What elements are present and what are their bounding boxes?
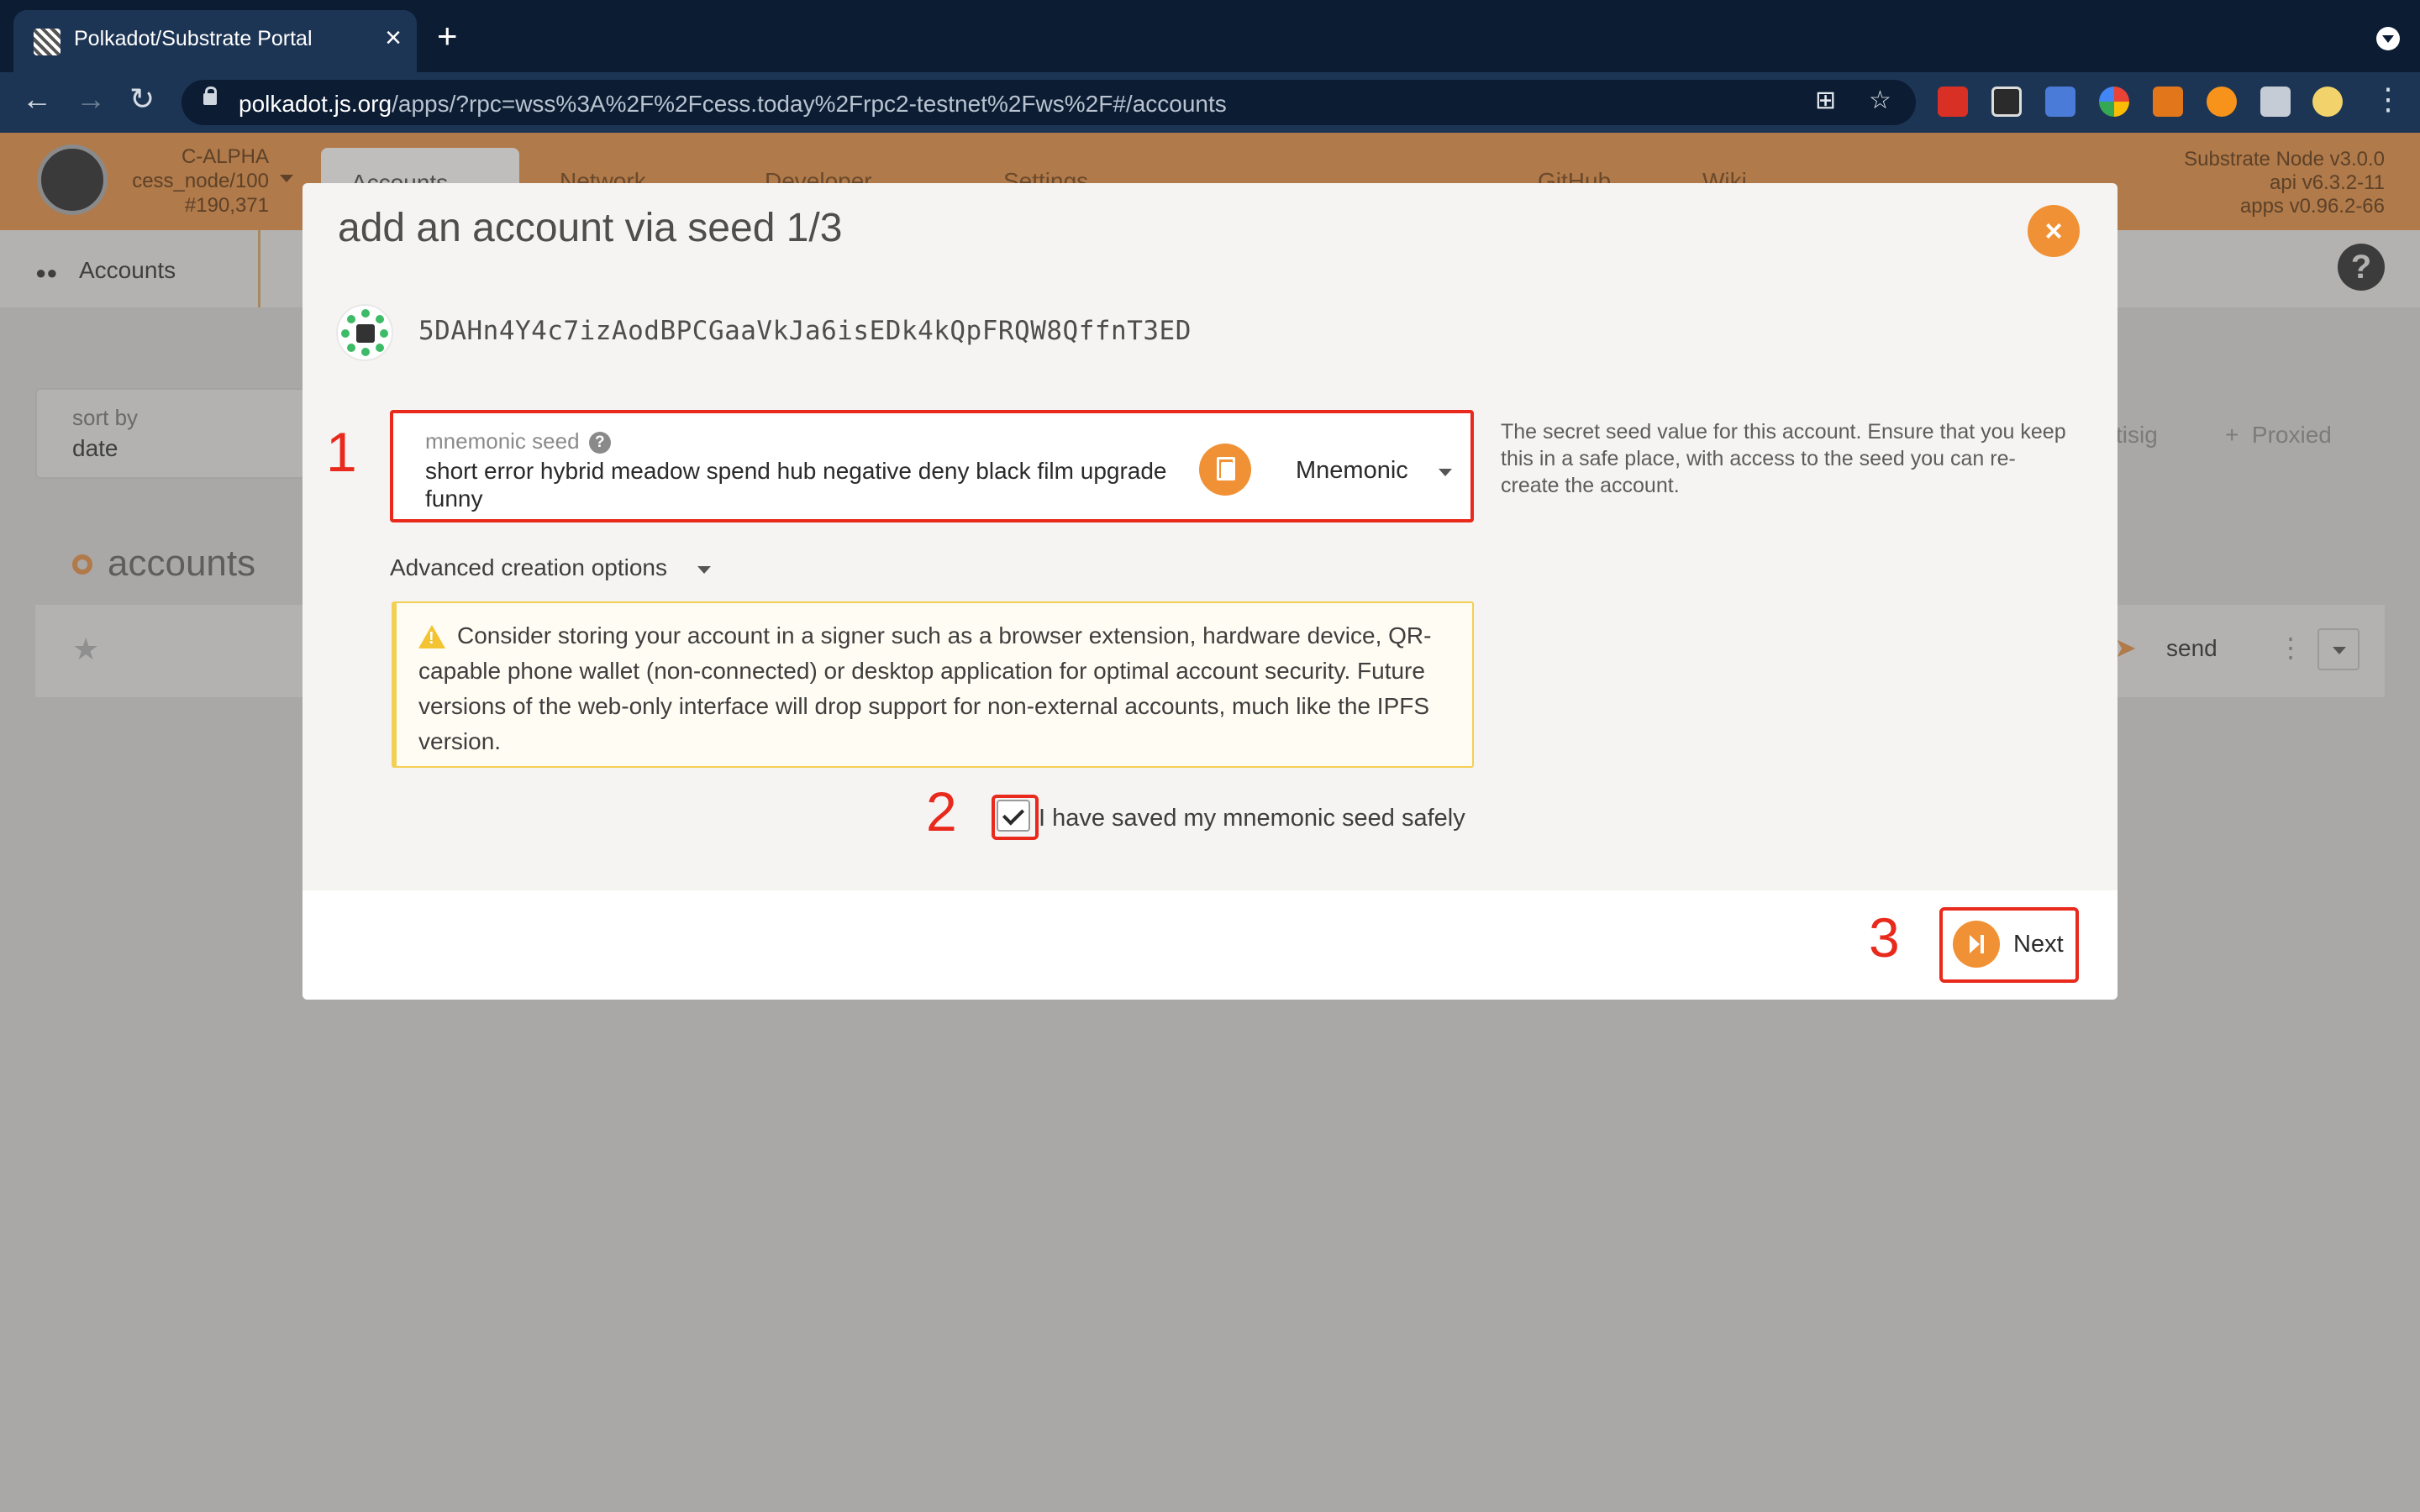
subnav-divider bbox=[237, 230, 260, 307]
close-modal-button[interactable]: × bbox=[2028, 205, 2080, 257]
browser-tab[interactable]: Polkadot/Substrate Portal × bbox=[13, 10, 417, 72]
seed-label: mnemonic seed ? bbox=[425, 428, 611, 454]
tab-title: Polkadot/Substrate Portal bbox=[74, 27, 313, 50]
forward-icon[interactable]: → bbox=[76, 84, 106, 114]
chevron-down-icon[interactable] bbox=[697, 566, 711, 574]
row-expand-button[interactable] bbox=[2317, 628, 2360, 670]
mnemonic-seed-field[interactable]: mnemonic seed ? short error hybrid meado… bbox=[390, 410, 1474, 522]
browser-menu-icon[interactable]: ⋮ bbox=[2373, 84, 2403, 114]
warning-box: Consider storing your account in a signe… bbox=[392, 601, 1474, 768]
help-icon[interactable]: ? bbox=[2338, 244, 2385, 291]
browser-tab-bar: Polkadot/Substrate Portal × + bbox=[0, 0, 2420, 72]
puzzle-icon[interactable] bbox=[2260, 87, 2291, 117]
help-question-icon[interactable]: ? bbox=[588, 432, 611, 454]
accounts-title: accounts bbox=[108, 543, 256, 584]
favorite-star-icon[interactable]: ★ bbox=[72, 632, 99, 667]
subnav-accounts[interactable]: Accounts bbox=[79, 257, 176, 284]
next-button[interactable]: Next bbox=[1953, 919, 2070, 969]
seed-help-text: The secret seed value for this account. … bbox=[1501, 420, 2066, 497]
seed-input[interactable]: short error hybrid meadow spend hub nega… bbox=[425, 457, 1181, 512]
address-bar[interactable]: polkadot.js.org/apps/?rpc=wss%3A%2F%2Fce… bbox=[182, 80, 1916, 125]
saved-seed-checkbox[interactable] bbox=[997, 800, 1030, 832]
url-text[interactable]: polkadot.js.org/apps/?rpc=wss%3A%2F%2Fce… bbox=[239, 91, 1227, 118]
seed-type-select[interactable]: Mnemonic bbox=[1296, 457, 1408, 485]
proxied-button[interactable]: + Proxied bbox=[2225, 422, 2332, 449]
translate-icon[interactable]: ⊞ bbox=[1815, 88, 1836, 113]
send-icon[interactable]: ➤ bbox=[2114, 632, 2137, 664]
modal-title: add an account via seed 1/3 bbox=[338, 206, 843, 250]
sort-dropdown[interactable]: sort by date bbox=[35, 388, 338, 479]
annotation-step-1: 1 bbox=[326, 421, 357, 483]
identicon[interactable] bbox=[336, 304, 393, 361]
add-account-modal: add an account via seed 1/3 × 5DAHn4Y4c7… bbox=[302, 183, 2118, 1000]
version-info: Substrate Node v3.0.0 api v6.3.2-11 apps… bbox=[2184, 148, 2385, 218]
tab-search-icon[interactable] bbox=[2376, 27, 2400, 50]
chevron-down-icon bbox=[280, 175, 293, 182]
sort-label: sort by bbox=[72, 405, 139, 430]
extension-icon[interactable] bbox=[2045, 87, 2075, 117]
checkbox-label[interactable]: I have saved my mnemonic seed safely bbox=[1039, 805, 1465, 832]
close-tab-icon[interactable]: × bbox=[385, 24, 402, 52]
multisig-button[interactable]: tisig bbox=[2116, 422, 2158, 449]
extension-icon[interactable] bbox=[1991, 87, 2022, 117]
warning-text: Consider storing your account in a signe… bbox=[418, 622, 1432, 754]
modal-footer: 3 Next bbox=[302, 890, 2118, 1000]
favicon-icon bbox=[34, 29, 60, 55]
extension-icon[interactable] bbox=[1938, 87, 1968, 117]
new-tab-icon[interactable]: + bbox=[437, 18, 458, 54]
advanced-options-toggle[interactable]: Advanced creation options bbox=[390, 554, 667, 581]
lock-icon[interactable] bbox=[203, 87, 217, 105]
extension-icon[interactable] bbox=[2099, 87, 2129, 117]
reload-icon[interactable]: ↻ bbox=[129, 84, 155, 114]
chain-logo[interactable] bbox=[37, 144, 108, 215]
sort-value: date bbox=[72, 435, 118, 461]
chain-selector[interactable]: C-ALPHA cess_node/100 #190,371 bbox=[118, 144, 269, 218]
more-options-icon[interactable]: ⋮ bbox=[2277, 632, 2304, 664]
node-name: cess_node/100 bbox=[132, 170, 269, 192]
chain-name: C-ALPHA bbox=[181, 145, 269, 168]
bookmark-star-icon[interactable]: ☆ bbox=[1869, 88, 1891, 113]
metamask-icon[interactable] bbox=[2153, 87, 2183, 117]
block-number: #190,371 bbox=[184, 194, 269, 217]
section-dot-icon bbox=[72, 554, 92, 575]
send-button[interactable]: send bbox=[2166, 635, 2217, 662]
annotation-step-2: 2 bbox=[926, 780, 957, 843]
back-icon[interactable]: ← bbox=[22, 84, 52, 114]
account-address: 5DAHn4Y4c7izAodBPCGaaVkJa6isEDk4kQpFRQW8… bbox=[418, 316, 1192, 346]
next-step-icon bbox=[1953, 921, 2000, 968]
next-label: Next bbox=[2013, 931, 2064, 958]
copy-icon[interactable] bbox=[1199, 444, 1251, 496]
extension-icon[interactable] bbox=[2207, 87, 2237, 117]
annotation-step-3: 3 bbox=[1869, 906, 1900, 969]
profile-avatar[interactable] bbox=[2312, 87, 2343, 117]
users-icon: ●● bbox=[35, 262, 58, 283]
chevron-down-icon[interactable] bbox=[1439, 469, 1452, 476]
